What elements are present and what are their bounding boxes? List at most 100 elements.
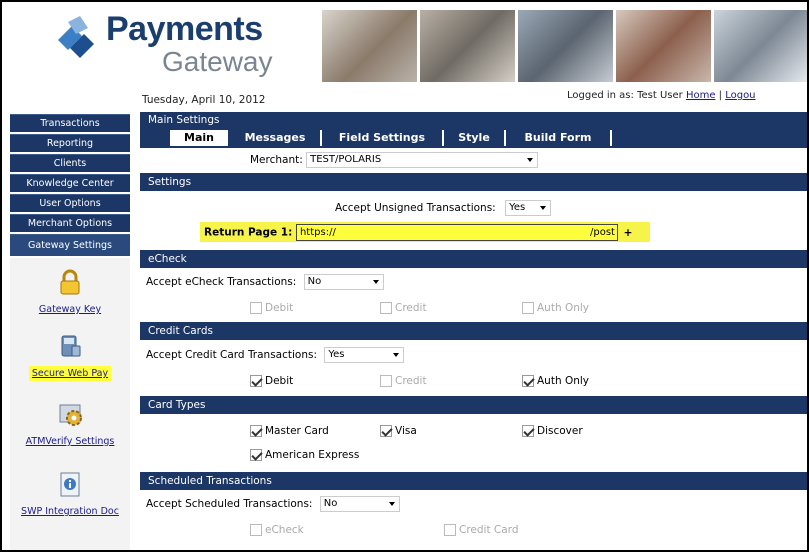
unsigned-value: Yes: [509, 202, 526, 213]
tab-field-settings[interactable]: Field Settings: [322, 130, 444, 146]
brand-subtitle: Gateway: [162, 46, 273, 77]
logout-link[interactable]: Logou: [725, 90, 755, 101]
echeck-accept-label: Accept eCheck Transactions:: [146, 276, 297, 288]
swp-integration-doc-label: SWP Integration Doc: [21, 506, 119, 517]
merchant-select[interactable]: TEST/POLARIS: [306, 152, 539, 168]
scheduled-credit-card-option[interactable]: Credit Card: [444, 524, 518, 536]
sidebar-nav: Transactions Reporting Clients Knowledge…: [10, 114, 130, 258]
echeck-header: eCheck: [140, 250, 807, 268]
cc-auth-only-label: Auth Only: [537, 375, 589, 387]
cc-debit-checkbox[interactable]: [250, 375, 262, 387]
echeck-auth-only-option[interactable]: Auth Only: [522, 302, 589, 314]
add-return-page-button[interactable]: +: [624, 227, 633, 239]
sidebar-item-user-options[interactable]: User Options: [10, 194, 130, 212]
master-card-option[interactable]: Master Card: [250, 425, 329, 437]
sidebar-item-reporting[interactable]: Reporting: [10, 134, 130, 152]
logged-in-label: Logged in as:: [567, 90, 634, 101]
home-link[interactable]: Home: [686, 90, 716, 101]
scheduled-header: Scheduled Transactions: [140, 472, 807, 490]
discover-option[interactable]: Discover: [522, 425, 583, 437]
secure-web-pay-link[interactable]: Secure Web Pay: [10, 332, 130, 381]
unsigned-select[interactable]: Yes: [505, 200, 552, 216]
header-photo: [420, 10, 515, 82]
scheduled-credit-card-checkbox[interactable]: [444, 524, 456, 536]
secure-web-pay-label: Secure Web Pay: [28, 366, 112, 381]
echeck-auth-only-label: Auth Only: [537, 302, 589, 314]
atmverify-settings-label: ATMVerify Settings: [25, 436, 115, 447]
return-page-row: Return Page 1: https:// /post +: [204, 224, 632, 241]
cc-accept-row: Accept Credit Card Transactions: Yes: [146, 347, 405, 363]
chevron-down-icon: [527, 158, 534, 162]
chevron-down-icon: [372, 280, 379, 284]
sidebar-item-clients[interactable]: Clients: [10, 154, 130, 172]
echeck-debit-option[interactable]: Debit: [250, 302, 293, 314]
unsigned-row: Accept Unsigned Transactions: Yes: [335, 200, 552, 216]
cc-accept-select[interactable]: Yes: [324, 347, 405, 363]
scheduled-echeck-option[interactable]: eCheck: [250, 524, 304, 536]
header-photo: [616, 10, 711, 82]
discover-checkbox[interactable]: [522, 425, 534, 437]
header-photo: [518, 10, 613, 82]
login-status: Logged in as: Test User Home | Logou: [567, 90, 756, 101]
gateway-settings-panel: Gateway Key Secure Web Pay ATMVerify Set…: [10, 258, 130, 550]
tab-build-form[interactable]: Build Form: [506, 130, 612, 146]
credit-cards-header: Credit Cards: [140, 322, 807, 340]
cc-debit-option[interactable]: Debit: [250, 375, 293, 387]
echeck-credit-checkbox[interactable]: [380, 302, 392, 314]
scheduled-accept-select[interactable]: No: [319, 496, 400, 512]
visa-label: Visa: [395, 425, 417, 437]
sidebar-item-merchant-options[interactable]: Merchant Options: [10, 214, 130, 232]
chevron-down-icon: [540, 206, 547, 210]
unsigned-label: Accept Unsigned Transactions:: [335, 202, 496, 214]
cc-credit-checkbox[interactable]: [380, 375, 392, 387]
settings-header: Settings: [140, 173, 807, 191]
user-name: Test User: [637, 90, 683, 101]
scheduled-echeck-checkbox[interactable]: [250, 524, 262, 536]
tab-messages[interactable]: Messages: [230, 130, 322, 146]
main-settings-area: Main Settings Main Messages Field Settin…: [140, 112, 807, 550]
master-card-checkbox[interactable]: [250, 425, 262, 437]
atmverify-settings-link[interactable]: ATMVerify Settings: [10, 400, 130, 447]
cc-auth-only-option[interactable]: Auth Only: [522, 375, 589, 387]
echeck-debit-checkbox[interactable]: [250, 302, 262, 314]
card-types-header: Card Types: [140, 396, 807, 414]
sidebar-item-transactions[interactable]: Transactions: [10, 114, 130, 132]
cc-credit-option[interactable]: Credit: [380, 375, 427, 387]
amex-option[interactable]: American Express: [250, 449, 359, 461]
amex-label: American Express: [265, 449, 360, 461]
cc-auth-only-checkbox[interactable]: [522, 375, 534, 387]
tab-style[interactable]: Style: [444, 130, 506, 146]
cc-debit-label: Debit: [265, 375, 294, 387]
echeck-auth-only-checkbox[interactable]: [522, 302, 534, 314]
tab-main[interactable]: Main: [170, 130, 230, 146]
brand-title: Payments: [106, 10, 263, 48]
echeck-accept-row: Accept eCheck Transactions: No: [146, 274, 384, 290]
return-page-value: https://: [299, 227, 336, 238]
current-date: Tuesday, April 10, 2012: [142, 94, 266, 106]
merchant-value: TEST/POLARIS: [310, 154, 382, 165]
chevron-down-icon: [388, 502, 395, 506]
echeck-credit-label: Credit: [395, 302, 427, 314]
sidebar-item-gateway-settings[interactable]: Gateway Settings: [10, 234, 130, 256]
visa-option[interactable]: Visa: [380, 425, 417, 437]
cc-accept-label: Accept Credit Card Transactions:: [146, 349, 318, 361]
echeck-accept-value: No: [307, 276, 322, 287]
chevron-down-icon: [393, 353, 400, 357]
logo-icon: [58, 16, 94, 58]
sidebar-item-knowledge-center[interactable]: Knowledge Center: [10, 174, 130, 192]
amex-checkbox[interactable]: [250, 449, 262, 461]
app-window: Payments Gateway Tuesday, April 10, 2012…: [0, 0, 809, 552]
swp-integration-doc-link[interactable]: SWP Integration Doc: [10, 470, 130, 517]
main-settings-header: Main Settings Main Messages Field Settin…: [140, 112, 807, 148]
discover-label: Discover: [537, 425, 583, 437]
cc-accept-value: Yes: [328, 349, 345, 360]
gateway-key-link[interactable]: Gateway Key: [10, 268, 130, 315]
scheduled-accept-row: Accept Scheduled Transactions: No: [146, 496, 400, 512]
master-card-label: Master Card: [265, 425, 329, 437]
return-page-value-tail: /post: [590, 227, 615, 238]
visa-checkbox[interactable]: [380, 425, 392, 437]
scheduled-echeck-label: eCheck: [265, 524, 304, 536]
echeck-accept-select[interactable]: No: [303, 274, 384, 290]
return-page-input[interactable]: https:// /post: [295, 224, 618, 241]
echeck-credit-option[interactable]: Credit: [380, 302, 427, 314]
